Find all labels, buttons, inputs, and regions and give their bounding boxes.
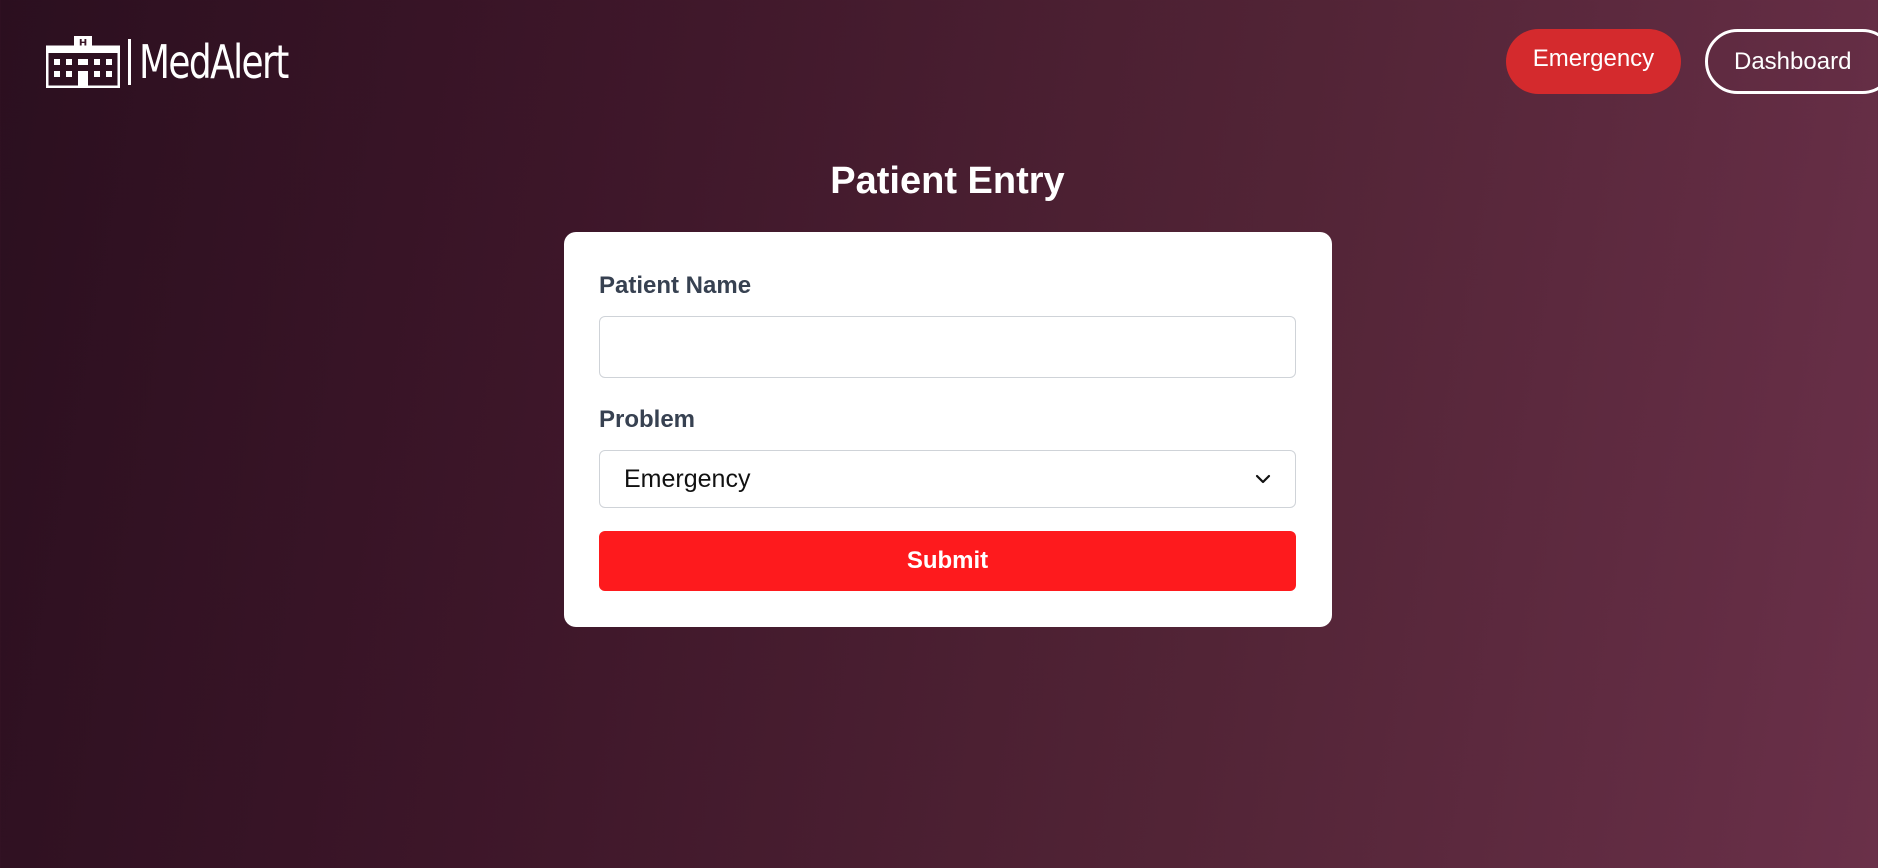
page-title: Patient Entry bbox=[830, 160, 1065, 202]
chevron-down-icon bbox=[1255, 474, 1271, 484]
problem-select[interactable]: Emergency bbox=[599, 450, 1296, 508]
emergency-button[interactable]: Emergency bbox=[1506, 29, 1681, 94]
logo[interactable]: H MedAlert bbox=[46, 36, 330, 88]
problem-select-value: Emergency bbox=[624, 464, 751, 493]
hospital-building-icon: H bbox=[46, 36, 120, 88]
submit-button[interactable]: Submit bbox=[599, 531, 1296, 591]
problem-label: Problem bbox=[599, 406, 696, 433]
patient-entry-form: Patient Name Problem Emergency Submit bbox=[564, 232, 1332, 627]
patient-name-input[interactable] bbox=[599, 316, 1296, 378]
header: H MedAlert Emergency Dashboard bbox=[0, 0, 1878, 120]
logo-divider bbox=[128, 39, 131, 85]
dashboard-button[interactable]: Dashboard bbox=[1705, 29, 1878, 94]
logo-text: MedAlert bbox=[139, 35, 289, 89]
patient-name-label: Patient Name bbox=[599, 272, 752, 299]
